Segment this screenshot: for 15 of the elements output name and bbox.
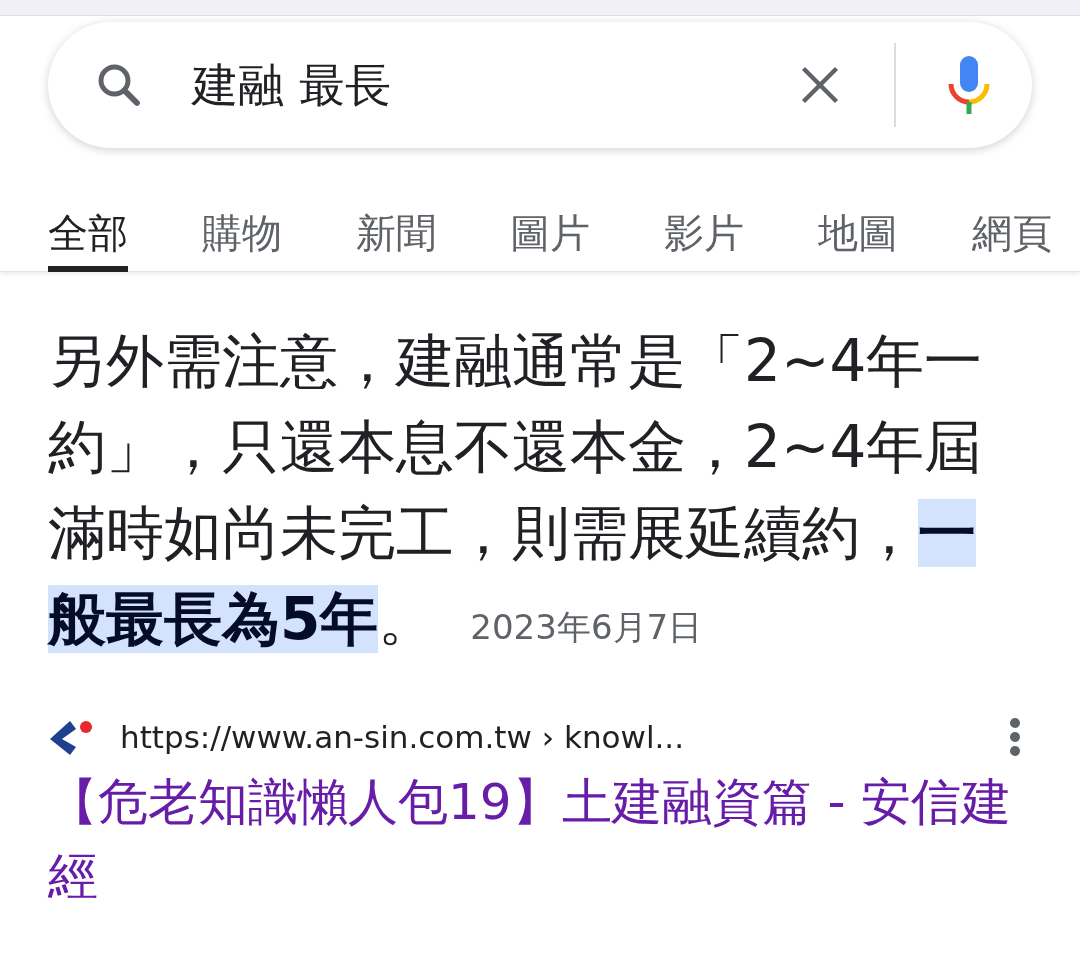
tab[interactable]: 地圖 (818, 200, 898, 272)
search-query: 建融 最長 (192, 56, 392, 114)
search-bar[interactable]: 建融 最長 (48, 22, 1032, 148)
tab[interactable]: 影片 (664, 200, 744, 272)
microphone-icon[interactable] (946, 54, 992, 116)
answer-snippet: 另外需注意，建融通常是「2~4年一約」，只還本息不還本金，2~4年屆滿時如尚未完工，則需展延續約，一般最長為5年。 2023年6月7日 (48, 326, 984, 655)
snippet-date: 2023年6月7日 (470, 607, 703, 647)
more-options-icon[interactable] (1008, 716, 1022, 759)
tab[interactable]: 購物 (202, 200, 282, 272)
tab[interactable]: 新聞 (356, 200, 436, 272)
result-title-link[interactable]: 【危老知識懶人包19】土建融資篇 - 安信建經 (48, 764, 1032, 913)
tab[interactable]: 網頁 (972, 200, 1052, 272)
result-url[interactable]: https://www.an-sin.com.tw › knowl... (120, 714, 1008, 761)
tab[interactable]: 全部 (48, 200, 128, 272)
tab[interactable]: 圖片 (510, 200, 590, 272)
